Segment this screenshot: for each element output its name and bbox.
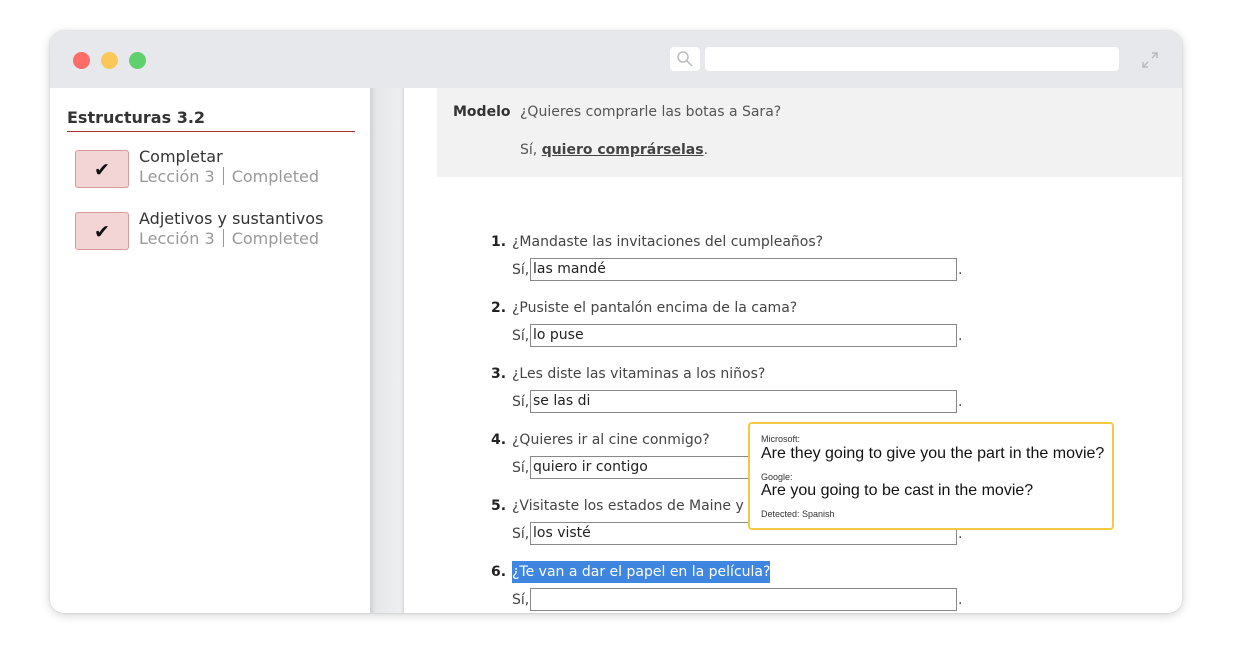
question-number: 5.: [491, 498, 507, 514]
sidebar-divider: [67, 131, 355, 132]
maximize-window-button[interactable]: [129, 52, 146, 69]
meta-separator: [222, 167, 224, 185]
question-text-selected[interactable]: ¿Te van a dar el papel en la película?: [512, 561, 771, 583]
expand-icon[interactable]: [1140, 50, 1160, 70]
translation-tooltip: Microsoft: Are they going to give you th…: [748, 422, 1114, 530]
sidebar-item-meta: Lección 3 Completed: [139, 167, 319, 186]
meta-separator: [222, 229, 224, 247]
question-text: ¿Quieres ir al cine conmigo?: [512, 432, 710, 448]
question-text: ¿Les diste las vitaminas a los niños?: [512, 366, 766, 382]
address-bar[interactable]: [705, 47, 1119, 71]
sidebar: Estructuras 3.2 ✔ Completar Lección 3 Com…: [50, 88, 370, 613]
close-window-button[interactable]: [73, 52, 90, 69]
title-bar: [50, 31, 1182, 88]
question-text: ¿Visitaste los estados de Maine y Ma: [512, 498, 769, 514]
translation-source-label: Microsoft:: [761, 434, 801, 444]
status-label: Completed: [231, 229, 319, 248]
completed-checkbox[interactable]: ✔: [75, 212, 129, 250]
lesson-label: Lección 3: [139, 229, 215, 248]
question-number: 1.: [491, 234, 507, 250]
sidebar-item-completar[interactable]: ✔ Completar Lección 3 Completed: [75, 147, 355, 191]
answer-period: .: [958, 394, 963, 410]
exercise-content: Modelo ¿Quieres comprarle las botas a Sa…: [404, 88, 1182, 613]
checkmark-icon: ✔: [94, 221, 110, 243]
question-number: 4.: [491, 432, 507, 448]
model-answer-bold: quiero comprárselas: [541, 142, 704, 158]
sidebar-splitter[interactable]: [370, 88, 404, 613]
sidebar-item-label: Completar: [139, 147, 223, 166]
question-number: 2.: [491, 300, 507, 316]
search-icon: [677, 51, 693, 67]
sidebar-item-label: Adjetivos y sustantivos: [139, 209, 324, 228]
answer-input[interactable]: las mandé: [530, 258, 957, 281]
answer-prefix: Sí,: [512, 394, 530, 410]
status-label: Completed: [231, 167, 319, 186]
translation-source-label: Google:: [761, 472, 793, 482]
sidebar-item-meta: Lección 3 Completed: [139, 229, 319, 248]
question-text: ¿Pusiste el pantalón encima de la cama?: [512, 300, 798, 316]
checkmark-icon: ✔: [94, 159, 110, 181]
answer-period: .: [958, 262, 963, 278]
question-text: ¿Mandaste las invitaciones del cumpleaño…: [512, 234, 824, 250]
question-number: 6.: [491, 564, 507, 580]
question-number: 3.: [491, 366, 507, 382]
model-question: ¿Quieres comprarle las botas a Sara?: [520, 104, 782, 120]
answer-prefix: Sí,: [512, 460, 530, 476]
sidebar-item-adjetivos[interactable]: ✔ Adjetivos y sustantivos Lección 3 Compl…: [75, 209, 355, 253]
model-example: Modelo ¿Quieres comprarle las botas a Sa…: [437, 88, 1182, 177]
model-answer-prefix: Sí,: [520, 142, 542, 158]
lesson-label: Lección 3: [139, 167, 215, 186]
detected-language: Detected: Spanish: [761, 509, 835, 519]
answer-period: .: [958, 328, 963, 344]
answer-prefix: Sí,: [512, 262, 530, 278]
answer-prefix: Sí,: [512, 328, 530, 344]
model-label: Modelo: [453, 104, 511, 120]
completed-checkbox[interactable]: ✔: [75, 150, 129, 188]
translation-text: Are you going to be cast in the movie?: [761, 482, 1034, 499]
answer-prefix: Sí,: [512, 526, 530, 542]
answer-period: .: [958, 592, 963, 608]
minimize-window-button[interactable]: [101, 52, 118, 69]
model-answer-suffix: .: [703, 142, 709, 158]
answer-input[interactable]: lo puse: [530, 324, 957, 347]
answer-input[interactable]: se las di: [530, 390, 957, 413]
sidebar-title: Estructuras 3.2: [67, 108, 206, 127]
model-answer: Sí, quiero comprárselas.: [520, 142, 708, 158]
translation-text: Are they going to give you the part in t…: [761, 445, 1105, 462]
search-button[interactable]: [670, 47, 700, 71]
answer-prefix: Sí,: [512, 592, 530, 608]
answer-input[interactable]: [530, 588, 957, 611]
